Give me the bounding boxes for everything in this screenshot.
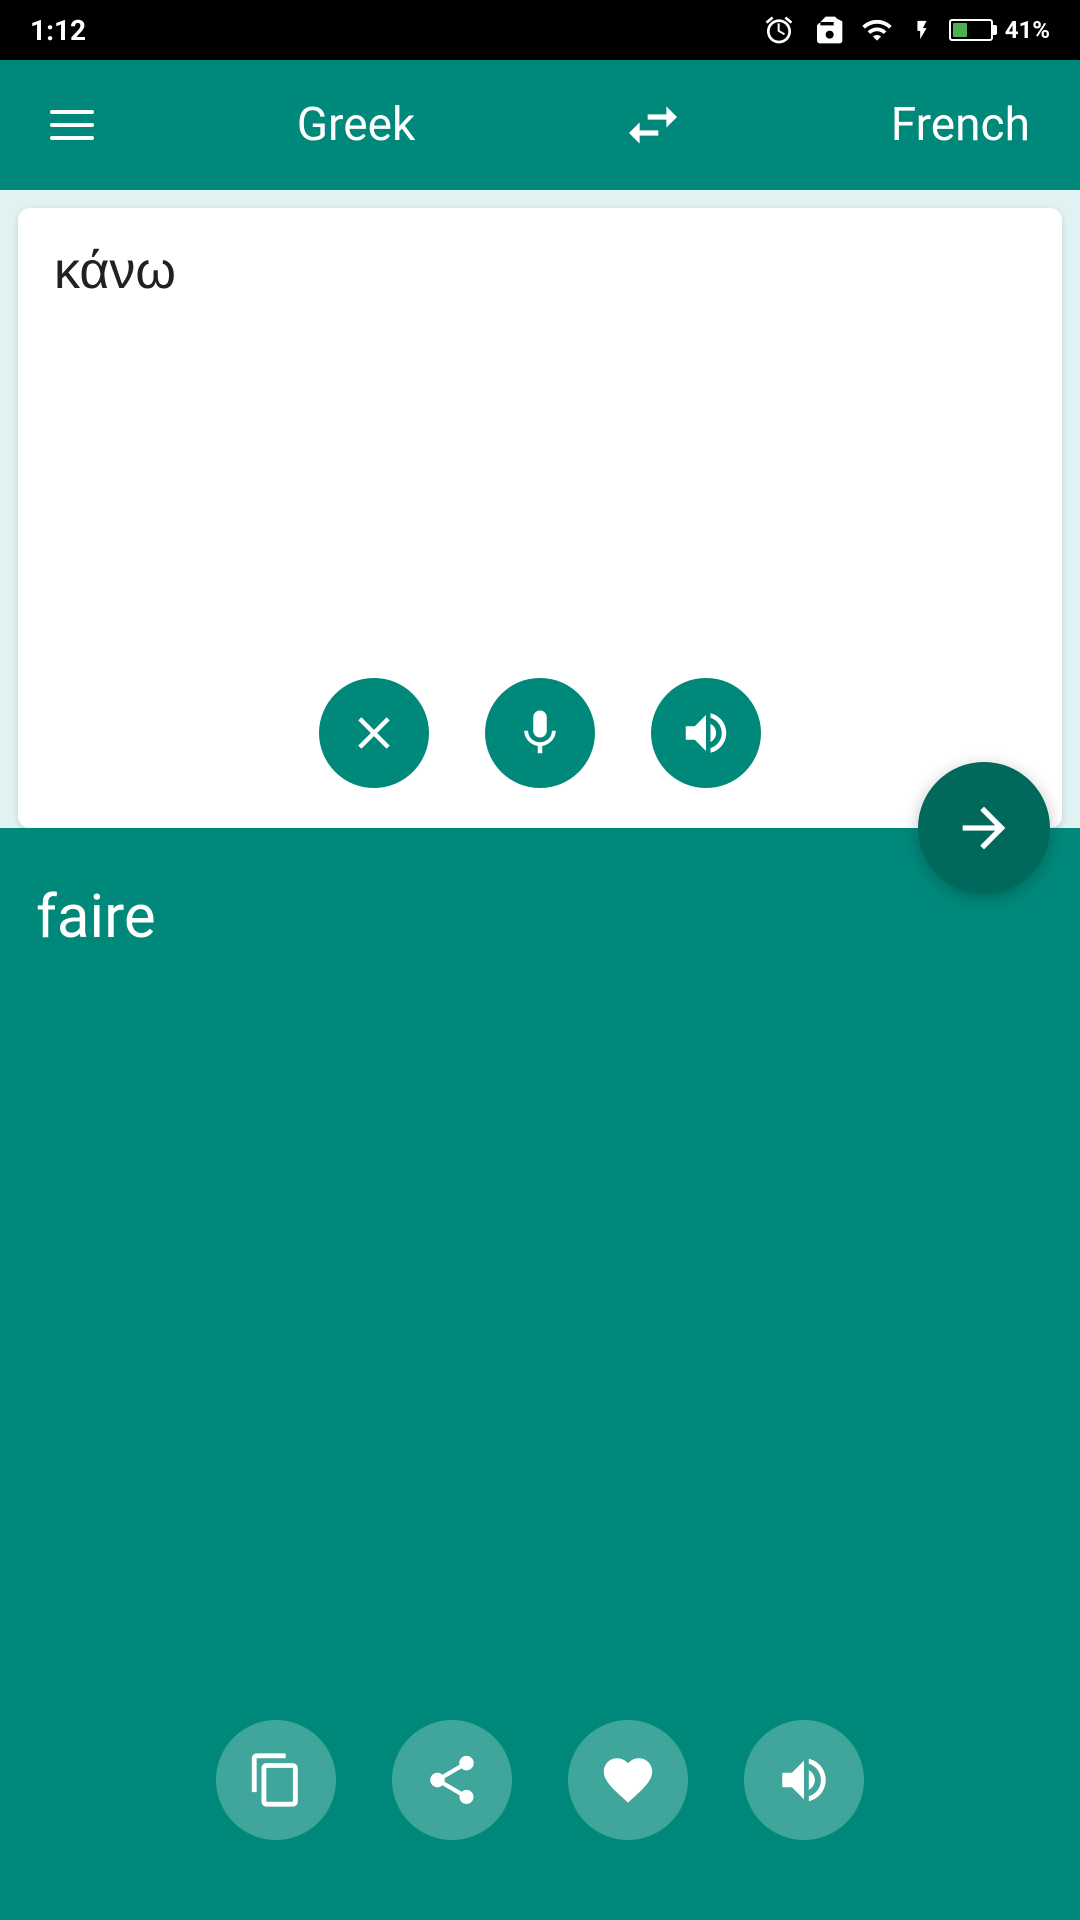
favorite-button[interactable] [568,1720,688,1840]
menu-button[interactable] [50,110,94,140]
battery-percent: 41% [1005,16,1050,44]
status-icons: 41% [763,14,1050,46]
copy-button[interactable] [216,1720,336,1840]
toolbar: Greek French [0,60,1080,190]
status-time: 1:12 [30,14,86,47]
mic-button[interactable] [485,678,595,788]
swap-languages-button[interactable] [618,90,688,160]
input-wrapper: κάνω [0,190,1080,828]
battery-indicator: 41% [949,16,1050,44]
clear-button[interactable] [319,678,429,788]
sim-icon [811,14,843,46]
speak-output-button[interactable] [744,1720,864,1840]
input-actions [54,678,1026,788]
input-panel: κάνω [18,208,1062,828]
speak-source-button[interactable] [651,678,761,788]
output-panel: faire [0,828,1080,1920]
status-bar: 1:12 41% [0,0,1080,60]
panels-container: κάνω faire [0,190,1080,1920]
translate-button[interactable] [918,762,1050,894]
share-button[interactable] [392,1720,512,1840]
charging-icon [911,14,933,46]
source-text-input[interactable]: κάνω [54,238,1026,658]
translated-text: faire [36,881,156,952]
target-language[interactable]: French [891,98,1030,152]
source-language[interactable]: Greek [297,98,416,152]
alarm-icon [763,14,795,46]
output-actions [0,1720,1080,1840]
signal-icon [859,14,895,46]
